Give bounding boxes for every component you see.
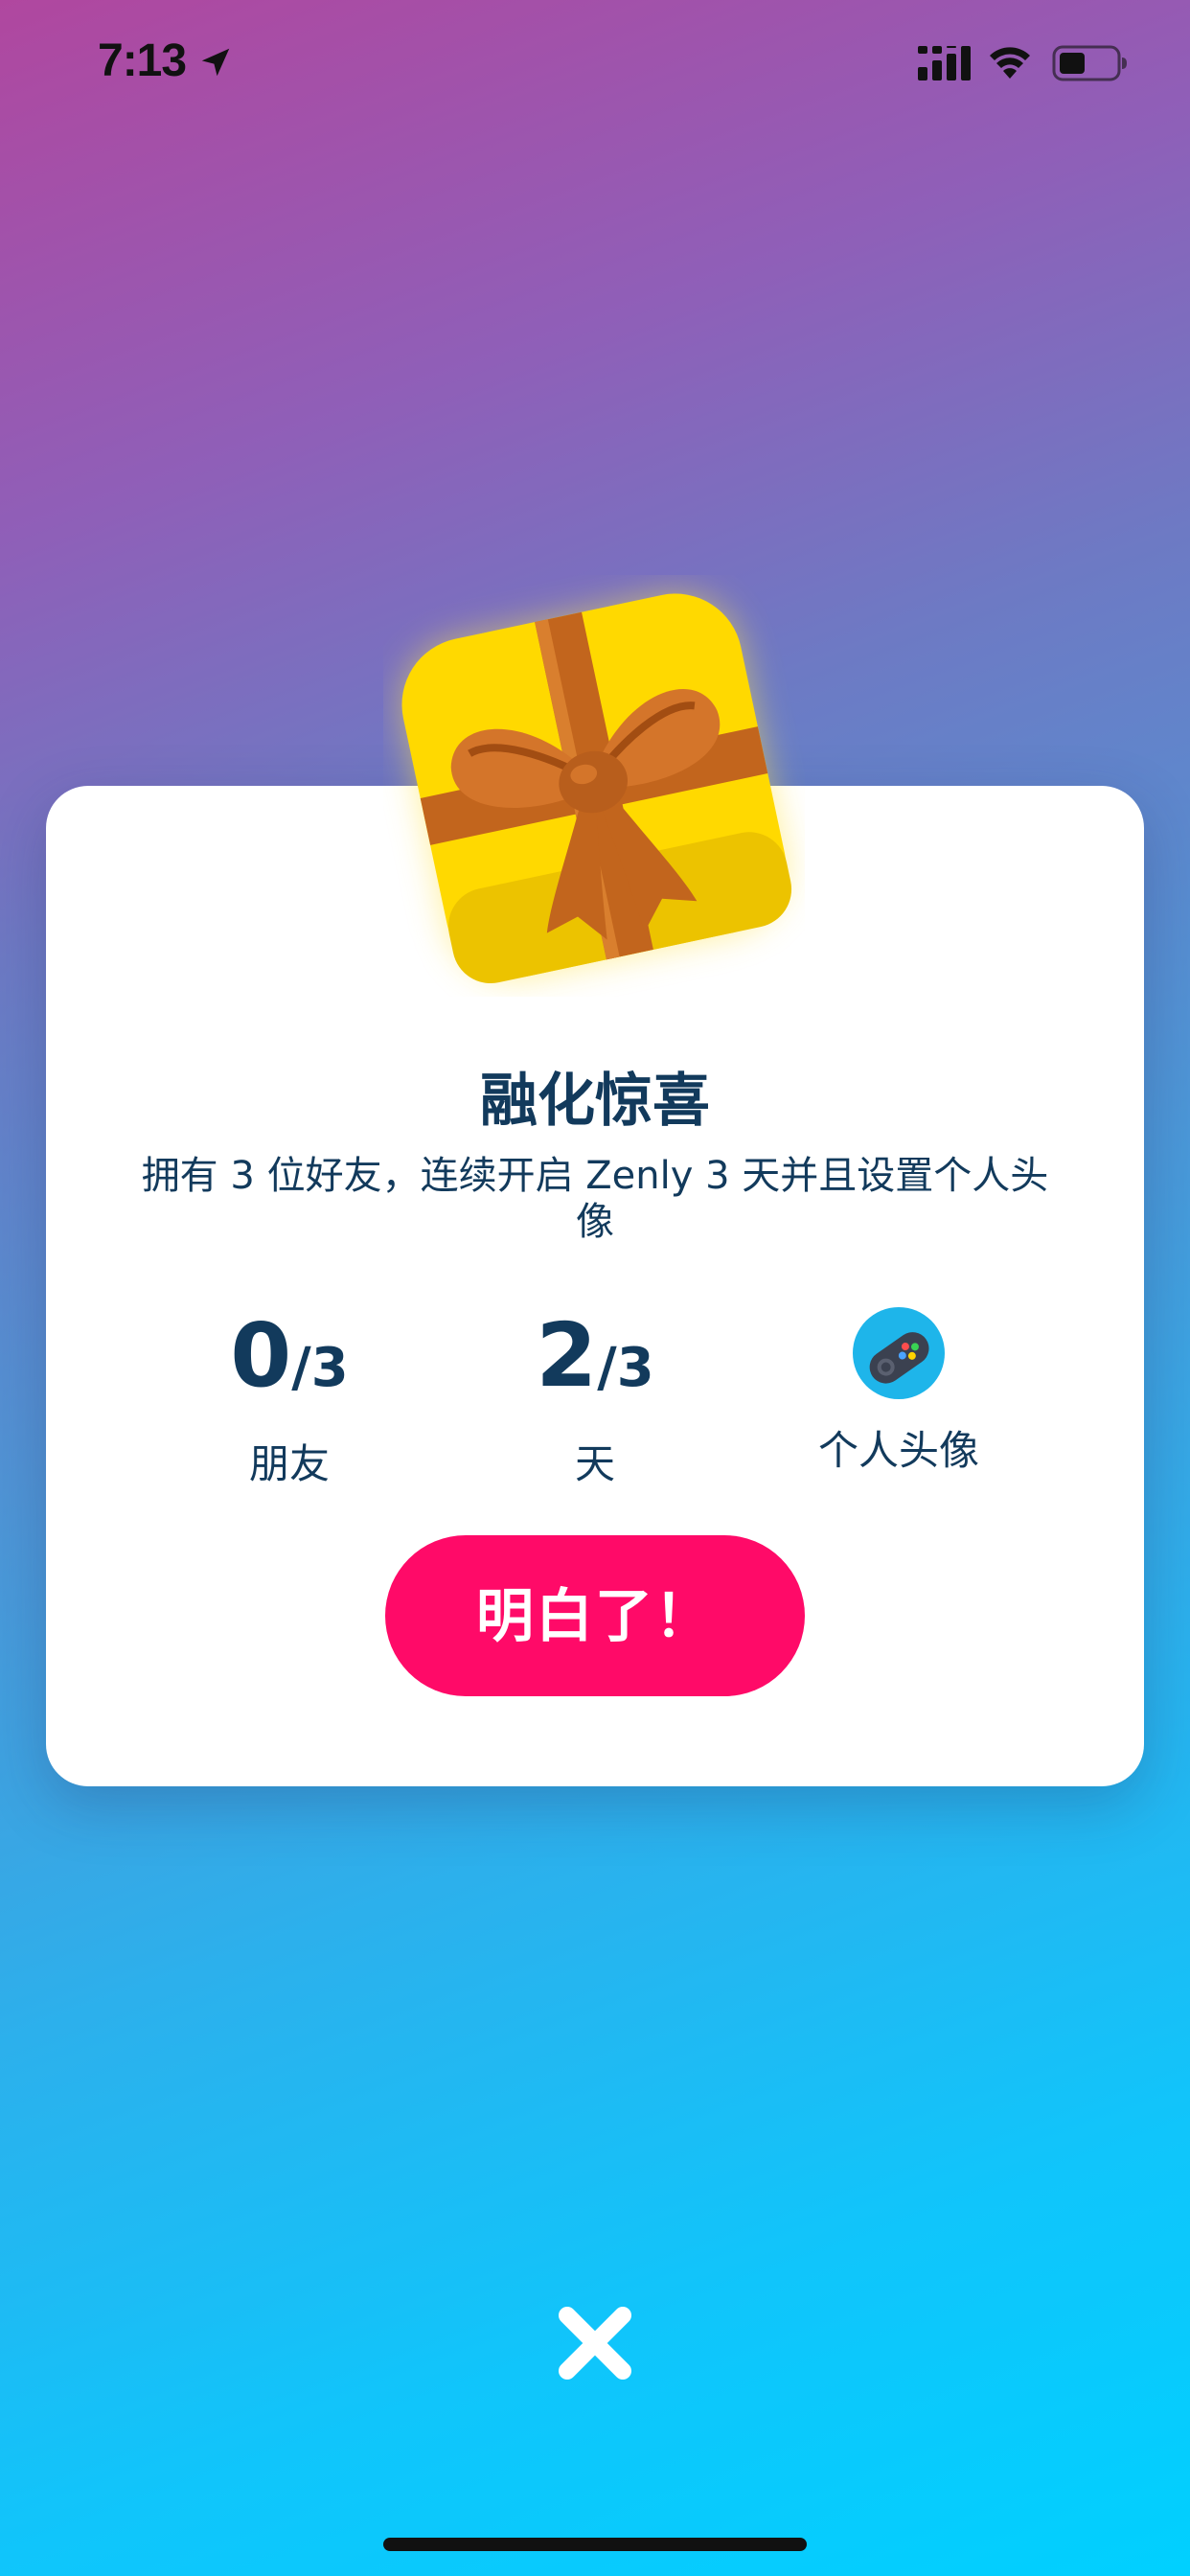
gift-box-icon xyxy=(401,593,792,984)
stat-days: 2/3 天 xyxy=(442,1303,748,1490)
stat-days-value: 2/3 xyxy=(536,1304,654,1407)
stat-friends: 0/3 朋友 xyxy=(136,1303,443,1490)
stat-avatar-label: 个人头像 xyxy=(817,1427,979,1474)
home-indicator[interactable] xyxy=(383,2538,807,2551)
wifi-icon xyxy=(990,47,1030,79)
got-it-button[interactable]: 明白了！ xyxy=(385,1535,805,1696)
battery-icon xyxy=(1052,45,1127,81)
status-bar: 7:13 xyxy=(0,0,1190,125)
location-arrow-icon xyxy=(201,48,230,77)
card-description: 拥有 3 位好友，连续开启 Zenly 3 天并且设置个人头像 xyxy=(141,1154,1049,1244)
stat-friends-value: 0/3 xyxy=(230,1304,349,1407)
stat-days-label: 天 xyxy=(574,1440,615,1487)
close-x-icon[interactable] xyxy=(554,2302,636,2384)
cellular-signal-icon xyxy=(918,46,971,80)
stat-avatar: 个人头像 xyxy=(745,1303,1052,1477)
stat-friends-label: 朋友 xyxy=(248,1440,330,1487)
status-time: 7:13 xyxy=(98,35,187,86)
game-controller-avatar-icon xyxy=(853,1307,945,1399)
card-title: 融化惊喜 xyxy=(480,1068,710,1135)
